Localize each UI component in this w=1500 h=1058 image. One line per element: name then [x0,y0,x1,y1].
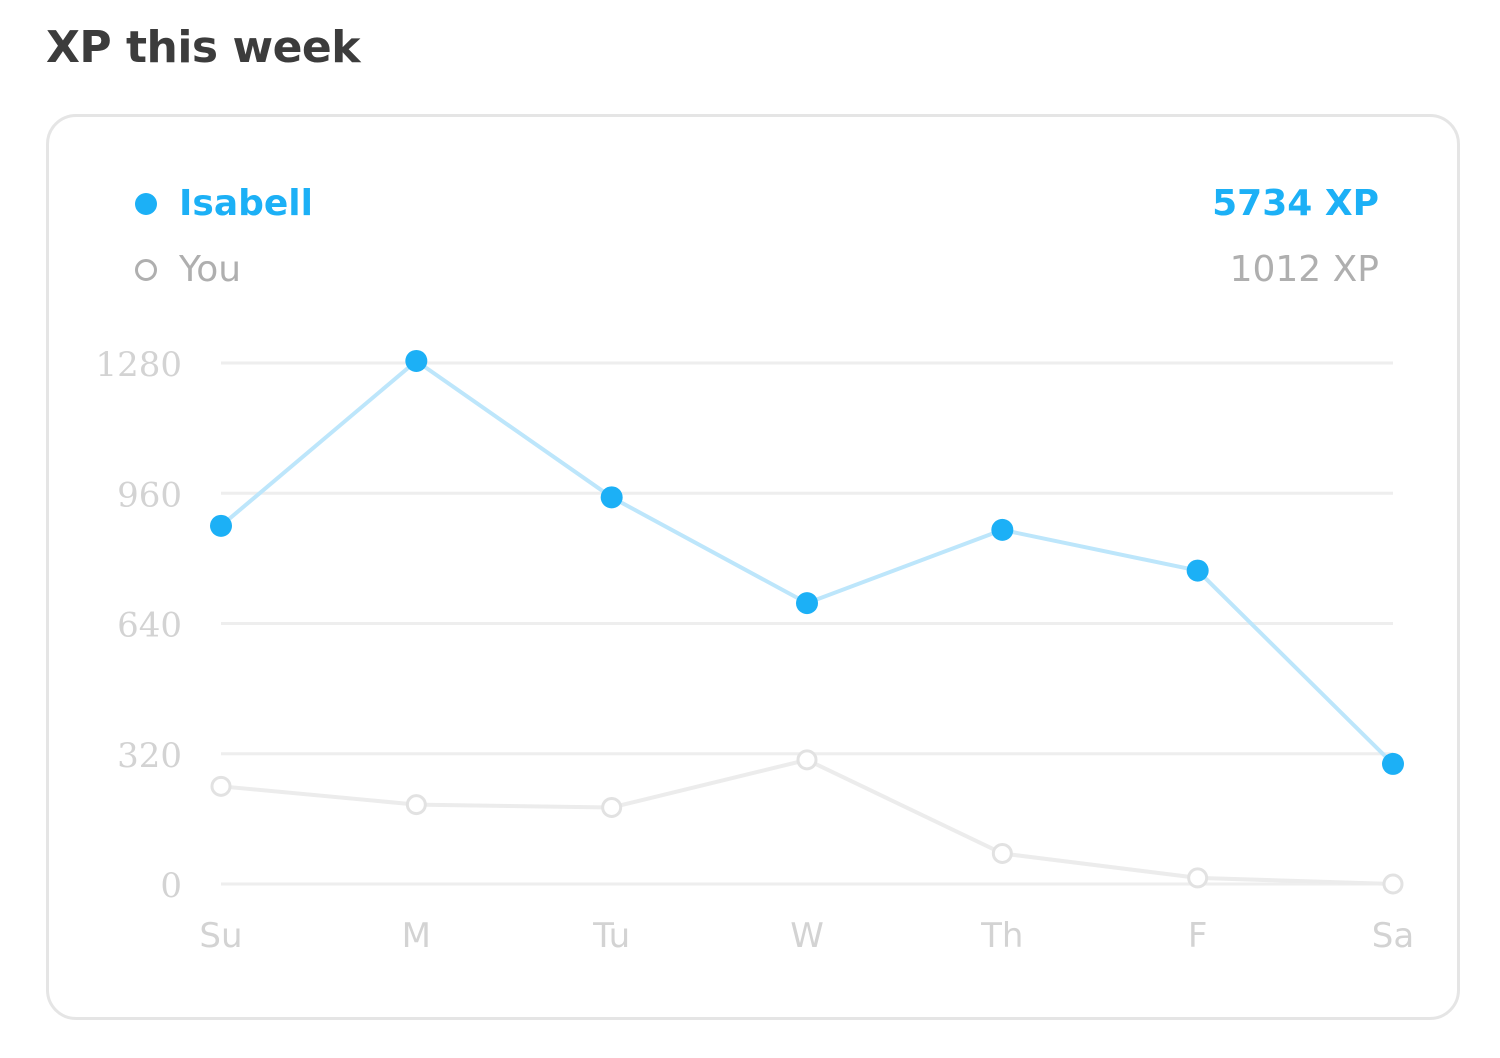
data-point-you [601,796,623,818]
data-point-you [796,749,818,771]
y-tick-label: 960 [117,475,182,515]
y-tick-label: 1280 [95,345,182,385]
x-tick-label: F [1188,916,1208,956]
data-point-you [1382,873,1404,895]
x-tick-label: M [402,916,431,956]
x-tick-label: Su [199,916,242,956]
y-tick-label: 640 [117,606,182,646]
data-point-isabell [405,349,428,372]
data-point-isabell [796,592,818,615]
data-point-isabell [1186,559,1209,582]
y-tick-label: 320 [117,736,182,776]
data-point-you [210,775,232,797]
x-tick-label: Sa [1372,916,1414,956]
data-point-you [991,842,1013,864]
line-chart: 0 320 640 960 1280 Su M Tu W Th F Sa [95,345,1414,956]
data-point-you [1187,867,1209,889]
x-tick-label: Tu [592,916,630,956]
data-point-isabell [991,518,1014,541]
series-line-you [219,757,1395,886]
data-point-you [405,794,427,816]
x-tick-label: Th [980,916,1023,956]
series-line-isabell [219,358,1395,766]
data-point-isabell [210,514,232,537]
data-point-isabell [600,486,623,509]
x-tick-label: W [790,916,824,956]
data-point-isabell [1382,752,1404,775]
y-tick-label: 0 [160,866,182,906]
